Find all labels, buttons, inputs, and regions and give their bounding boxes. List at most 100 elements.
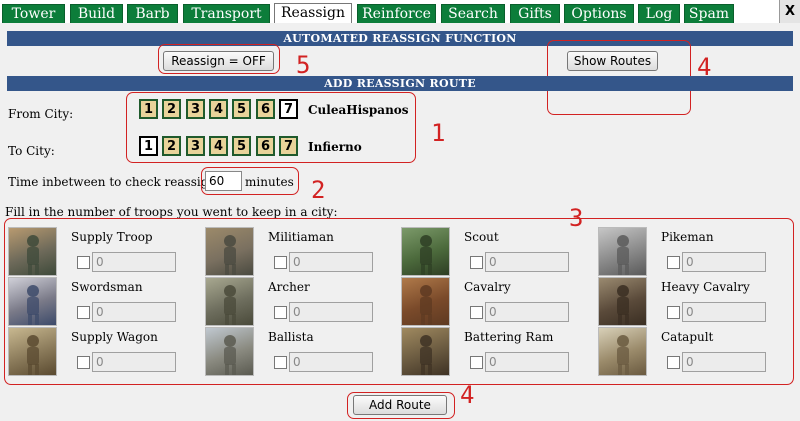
tab-transport[interactable]: Transport [183, 4, 270, 23]
heavy-cavalry-figure-icon [617, 285, 629, 325]
archer-count-input[interactable]: 0 [289, 302, 373, 322]
battering-ram-count-input[interactable]: 0 [485, 352, 569, 372]
archer-checkbox[interactable] [274, 306, 287, 319]
supply-wagon-checkbox[interactable] [77, 356, 90, 369]
supply-troop-checkbox[interactable] [77, 256, 90, 269]
ballista-label: Ballista [268, 330, 314, 344]
catapult-checkbox[interactable] [667, 356, 680, 369]
tab-barb[interactable]: Barb [127, 4, 178, 23]
pikeman-count-input[interactable]: 0 [682, 252, 766, 272]
tab-options[interactable]: Options [564, 4, 634, 23]
tab-tower[interactable]: Tower [2, 4, 65, 23]
supply-wagon-label: Supply Wagon [71, 330, 158, 344]
annotation-number-5: 5 [296, 51, 311, 79]
militiaman-figure-icon [224, 235, 236, 275]
heavy-cavalry-label: Heavy Cavalry [661, 280, 750, 294]
tab-reinforce[interactable]: Reinforce [357, 4, 436, 23]
cavalry-portrait [401, 277, 450, 326]
from-city-label: From City: [8, 107, 74, 121]
tab-reassign[interactable]: Reassign [274, 3, 352, 23]
catapult-figure-icon [617, 335, 629, 375]
to-city-2[interactable]: 2 [162, 136, 181, 156]
from-city-4[interactable]: 4 [209, 99, 228, 119]
to-city-5[interactable]: 5 [232, 136, 251, 156]
swordsman-label: Swordsman [71, 280, 143, 294]
to-city-3[interactable]: 3 [186, 136, 205, 156]
pikeman-checkbox[interactable] [667, 256, 680, 269]
tab-bar: Tower Build Barb Transport Reassign Rein… [0, 0, 800, 23]
militiaman-count-input[interactable]: 0 [289, 252, 373, 272]
militiaman-checkbox[interactable] [274, 256, 287, 269]
battering-ram-figure-icon [420, 335, 432, 375]
annotation-number-1: 1 [431, 119, 446, 147]
to-city-7[interactable]: 7 [279, 136, 298, 156]
supply-troop-label: Supply Troop [71, 230, 153, 244]
cavalry-label: Cavalry [464, 280, 511, 294]
ballista-count-input[interactable]: 0 [289, 352, 373, 372]
battering-ram-label: Battering Ram [464, 330, 554, 344]
cavalry-count-input[interactable]: 0 [485, 302, 569, 322]
annotation-box-5 [158, 44, 280, 74]
scout-count-input[interactable]: 0 [485, 252, 569, 272]
close-button[interactable]: X [779, 0, 800, 23]
from-city-6[interactable]: 6 [256, 99, 275, 119]
scout-label: Scout [464, 230, 499, 244]
from-city-1[interactable]: 1 [139, 99, 158, 119]
catapult-portrait [598, 327, 647, 376]
to-city-4[interactable]: 4 [209, 136, 228, 156]
cavalry-figure-icon [420, 285, 432, 325]
supply-troop-count-input[interactable]: 0 [92, 252, 176, 272]
heavy-cavalry-portrait [598, 277, 647, 326]
supply-wagon-count-input[interactable]: 0 [92, 352, 176, 372]
to-city-6[interactable]: 6 [256, 136, 275, 156]
cavalry-checkbox[interactable] [470, 306, 483, 319]
supply-troop-portrait [8, 227, 57, 276]
scout-figure-icon [420, 235, 432, 275]
pikeman-portrait [598, 227, 647, 276]
troops-prompt: Fill in the number of troops you went to… [5, 205, 338, 219]
from-city-name: CuleaHispanos [308, 103, 409, 117]
catapult-label: Catapult [661, 330, 714, 344]
archer-label: Archer [268, 280, 310, 294]
scout-checkbox[interactable] [470, 256, 483, 269]
supply-troop-figure-icon [27, 235, 39, 275]
swordsman-portrait [8, 277, 57, 326]
from-city-2[interactable]: 2 [162, 99, 181, 119]
heavy-cavalry-count-input[interactable]: 0 [682, 302, 766, 322]
tab-log[interactable]: Log [638, 4, 680, 23]
scout-portrait [401, 227, 450, 276]
heavy-cavalry-checkbox[interactable] [667, 306, 680, 319]
ballista-portrait [205, 327, 254, 376]
ballista-checkbox[interactable] [274, 356, 287, 369]
from-city-7[interactable]: 7 [279, 99, 298, 119]
from-city-5[interactable]: 5 [232, 99, 251, 119]
pikeman-figure-icon [617, 235, 629, 275]
add-route-header: ADD REASSIGN ROUTE [7, 76, 793, 91]
supply-wagon-figure-icon [27, 335, 39, 375]
to-city-label: To City: [8, 144, 55, 158]
to-city-1[interactable]: 1 [139, 136, 158, 156]
interval-unit: minutes [245, 175, 294, 189]
swordsman-count-input[interactable]: 0 [92, 302, 176, 322]
annotation-number-2: 2 [311, 176, 326, 204]
militiaman-label: Militiaman [268, 230, 334, 244]
archer-portrait [205, 277, 254, 326]
interval-input[interactable]: 60 [205, 171, 242, 191]
tab-search[interactable]: Search [441, 4, 505, 23]
from-city-3[interactable]: 3 [186, 99, 205, 119]
archer-figure-icon [224, 285, 236, 325]
swordsman-figure-icon [27, 285, 39, 325]
battering-ram-checkbox[interactable] [470, 356, 483, 369]
tab-spam[interactable]: Spam [684, 4, 734, 23]
swordsman-checkbox[interactable] [77, 306, 90, 319]
tab-gifts[interactable]: Gifts [510, 4, 560, 23]
catapult-count-input[interactable]: 0 [682, 352, 766, 372]
annotation-number-4-bottom: 4 [460, 381, 475, 409]
add-route-button[interactable]: Add Route [353, 395, 447, 415]
interval-label: Time inbetween to check reassign: [8, 175, 221, 189]
ballista-figure-icon [224, 335, 236, 375]
militiaman-portrait [205, 227, 254, 276]
tab-build[interactable]: Build [70, 4, 123, 23]
supply-wagon-portrait [8, 327, 57, 376]
pikeman-label: Pikeman [661, 230, 714, 244]
